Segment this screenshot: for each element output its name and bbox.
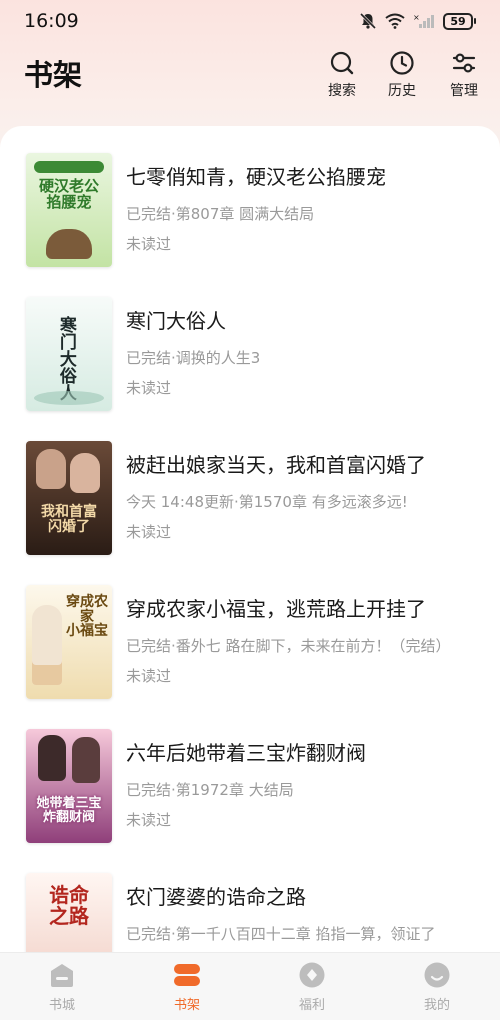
tab-label: 书架 bbox=[173, 998, 200, 1013]
profile-icon bbox=[424, 962, 450, 988]
book-progress: 未读过 bbox=[126, 811, 172, 829]
bottom-tab-bar: 书城 书架 福利 我的 bbox=[0, 952, 500, 1020]
tab-label: 我的 bbox=[423, 998, 450, 1013]
book-item[interactable]: 她带着三宝 炸翻财阀 六年后她带着三宝炸翻财阀 已完结·第1972章 大结局 未读… bbox=[0, 729, 500, 873]
manage-button[interactable]: 管理 bbox=[438, 50, 490, 100]
book-meta: 今天 14:48更新·第1570章 有多远滚多远! bbox=[126, 493, 408, 511]
mute-bell-icon bbox=[359, 12, 377, 30]
book-meta: 已完结·调换的人生3 bbox=[126, 349, 261, 367]
book-meta: 已完结·第807章 圆满大结局 bbox=[126, 205, 315, 223]
book-cover: 诰命 之路 bbox=[26, 873, 112, 952]
signal-icon: × bbox=[413, 13, 434, 28]
welfare-icon bbox=[299, 962, 325, 988]
tab-bookstore[interactable]: 书城 bbox=[22, 961, 102, 1013]
tab-label: 福利 bbox=[298, 998, 325, 1013]
book-cover: 她带着三宝 炸翻财阀 bbox=[26, 729, 112, 843]
search-button[interactable]: 搜索 bbox=[316, 50, 368, 100]
manage-label: 管理 bbox=[450, 83, 478, 99]
book-title: 六年后她带着三宝炸翻财阀 bbox=[126, 741, 366, 765]
search-icon bbox=[330, 51, 354, 75]
book-meta: 已完结·番外七 路在脚下，未来在前方！（完结） bbox=[126, 637, 451, 655]
book-item[interactable]: 诰命 之路 农门婆婆的诰命之路 已完结·第一千八百四十二章 掐指一算，领证了 bbox=[0, 873, 500, 952]
page-title: 书架 bbox=[24, 58, 83, 92]
status-time: 16:09 bbox=[24, 10, 79, 32]
book-meta: 已完结·第1972章 大结局 bbox=[126, 781, 294, 799]
book-cover: 硬汉老公 掐腰宠 bbox=[26, 153, 112, 267]
book-cover: 穿成农家 小福宝 bbox=[26, 585, 112, 699]
bookstore-icon bbox=[51, 964, 73, 987]
book-progress: 未读过 bbox=[126, 379, 172, 397]
status-icons: × 59 bbox=[359, 12, 476, 30]
book-meta: 已完结·第一千八百四十二章 掐指一算，领证了 bbox=[126, 925, 436, 943]
tab-welfare[interactable]: 福利 bbox=[272, 961, 352, 1013]
book-progress: 未读过 bbox=[126, 523, 172, 541]
page-header: 书架 搜索 历史 管理 bbox=[0, 42, 500, 114]
book-item[interactable]: 硬汉老公 掐腰宠 七零俏知青，硬汉老公掐腰宠 已完结·第807章 圆满大结局 未读… bbox=[0, 153, 500, 297]
manage-sliders-icon bbox=[452, 53, 476, 73]
book-item[interactable]: 寒门大俗人 寒门大俗人 已完结·调换的人生3 未读过 bbox=[0, 297, 500, 441]
battery-level: 59 bbox=[443, 12, 473, 30]
battery-icon: 59 bbox=[443, 12, 476, 30]
tab-bookshelf[interactable]: 书架 bbox=[147, 961, 227, 1013]
book-cover: 我和首富 闪婚了 bbox=[26, 441, 112, 555]
wifi-icon bbox=[385, 13, 405, 29]
book-progress: 未读过 bbox=[126, 235, 172, 253]
book-title: 农门婆婆的诰命之路 bbox=[126, 885, 306, 909]
tab-profile[interactable]: 我的 bbox=[397, 961, 477, 1013]
book-progress: 未读过 bbox=[126, 667, 172, 685]
history-label: 历史 bbox=[388, 83, 416, 99]
history-clock-icon bbox=[390, 51, 414, 75]
bookshelf-list: 硬汉老公 掐腰宠 七零俏知青，硬汉老公掐腰宠 已完结·第807章 圆满大结局 未读… bbox=[0, 126, 500, 952]
tab-label: 书城 bbox=[48, 998, 75, 1013]
svg-text:×: × bbox=[413, 13, 420, 22]
book-cover: 寒门大俗人 bbox=[26, 297, 112, 411]
search-label: 搜索 bbox=[328, 83, 356, 99]
status-bar: 16:09 × 59 bbox=[0, 0, 500, 42]
book-item[interactable]: 穿成农家 小福宝 穿成农家小福宝，逃荒路上开挂了 已完结·番外七 路在脚下，未来在… bbox=[0, 585, 500, 729]
bookshelf-icon bbox=[174, 964, 200, 986]
book-title: 寒门大俗人 bbox=[126, 309, 226, 333]
book-title: 穿成农家小福宝，逃荒路上开挂了 bbox=[126, 597, 426, 621]
book-title: 被赶出娘家当天，我和首富闪婚了 bbox=[126, 453, 426, 477]
history-button[interactable]: 历史 bbox=[376, 50, 428, 100]
book-title: 七零俏知青，硬汉老公掐腰宠 bbox=[126, 165, 386, 189]
book-item[interactable]: 我和首富 闪婚了 被赶出娘家当天，我和首富闪婚了 今天 14:48更新·第1570… bbox=[0, 441, 500, 585]
